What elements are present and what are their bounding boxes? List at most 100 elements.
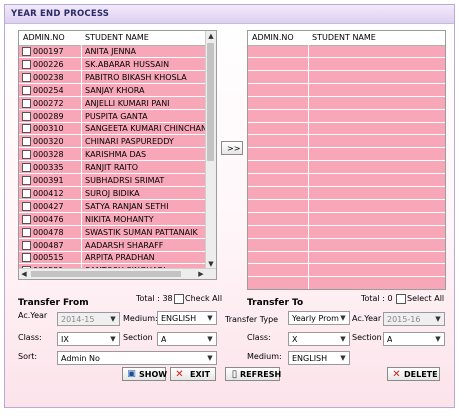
chevron-down-icon[interactable]: ▼ [205, 334, 215, 344]
chevron-down-icon[interactable]: ▼ [338, 334, 348, 344]
empty-table-row [248, 200, 445, 213]
row-checkbox[interactable] [22, 124, 31, 134]
grid-header: ADMIN.NO STUDENT NAME [248, 31, 445, 46]
row-checkbox[interactable] [22, 201, 31, 211]
table-row[interactable]: 000476 NIKITA MOHANTY [19, 213, 207, 226]
section-label: Section [352, 333, 382, 342]
admin-no-cell: 000238 [33, 72, 64, 82]
chevron-down-icon[interactable]: ▼ [205, 353, 215, 363]
refresh-button[interactable]: ▯ REFRESH [225, 367, 281, 381]
horizontal-scrollbar[interactable]: ◀ ▶ [19, 268, 216, 279]
to-ac-year-select[interactable]: 2015-16 ▼ [383, 312, 445, 326]
admin-no-cell: 000427 [33, 201, 64, 211]
student-name-cell: SWASTIK SUMAN PATTANAIK [85, 227, 198, 237]
admin-no-cell: 000412 [33, 188, 64, 198]
row-checkbox[interactable] [22, 47, 31, 56]
from-ac-year-select[interactable]: 2014-15 ▼ [57, 312, 120, 326]
select-all-checkbox[interactable] [396, 294, 406, 304]
row-checkbox[interactable] [22, 240, 31, 250]
grid-header: ADMIN.NO STUDENT NAME [19, 31, 216, 46]
sort-label: Sort: [18, 352, 38, 361]
check-all-label: Check All [185, 294, 223, 303]
vertical-scrollbar[interactable]: ▲ ▼ [205, 31, 216, 269]
transfer-to-title: Transfer To [247, 298, 304, 308]
scroll-thumb[interactable] [207, 43, 214, 161]
empty-table-row [248, 174, 445, 187]
scroll-thumb-horizontal[interactable] [31, 271, 181, 277]
student-name-cell: SANJAY KHORA [85, 85, 145, 95]
row-checkbox[interactable] [22, 176, 31, 185]
table-row[interactable]: 000310 SANGEETA KUMARI CHINCHANI [19, 122, 209, 136]
close-x-icon: ✕ [175, 369, 184, 380]
to-class-select[interactable]: X ▼ [288, 332, 350, 346]
admin-no-cell: 000254 [33, 85, 64, 95]
row-checkbox[interactable] [22, 85, 31, 95]
to-section-select[interactable]: A ▼ [383, 332, 445, 346]
admin-no-cell: 000478 [33, 227, 64, 237]
admin-no-cell: 000289 [33, 111, 64, 121]
transfer-type-select[interactable]: Yearly Prom ▼ [288, 311, 350, 325]
scroll-left-icon[interactable]: ◀ [19, 269, 29, 279]
student-name-cell: SUROJ BIDIKA [85, 188, 140, 198]
table-row[interactable]: 000335 RANJIT RAITO [19, 161, 207, 175]
title-bar: YEAR END PROCESS [5, 5, 454, 24]
table-row[interactable]: 000320 CHINARI PASPUREDDY [19, 135, 207, 149]
table-row[interactable]: 000272 ANJELLI KUMARI PANI [19, 97, 207, 110]
student-name-cell: SATYA RANJAN SETHI [85, 201, 169, 211]
document-icon: ▯ [231, 369, 238, 380]
destination-student-grid[interactable]: ADMIN.NO STUDENT NAME [247, 30, 446, 290]
scroll-right-icon[interactable]: ▶ [196, 269, 206, 279]
from-class-select[interactable]: IX ▼ [57, 332, 120, 346]
chevron-down-icon[interactable]: ▼ [108, 314, 118, 324]
table-row[interactable]: 000226 SK.ABARAR HUSSAIN [19, 58, 207, 71]
transfer-button[interactable]: >> [221, 141, 243, 155]
to-medium-select[interactable]: ENGLISH ▼ [288, 351, 350, 365]
check-all-checkbox[interactable] [174, 294, 184, 304]
display-icon: ▣ [127, 369, 136, 379]
table-row[interactable]: 000254 SANJAY KHORA [19, 84, 207, 97]
row-checkbox[interactable] [22, 163, 31, 173]
empty-table-row [248, 97, 445, 110]
chevron-down-icon[interactable]: ▼ [205, 313, 215, 323]
table-row[interactable]: 000289 PUSPITA GANTA [19, 110, 207, 123]
chevron-down-icon[interactable]: ▼ [108, 334, 118, 344]
table-row[interactable]: 000391 SUBHADRSI SRIMAT [19, 174, 207, 187]
row-checkbox[interactable] [22, 214, 31, 224]
delete-button[interactable]: ✕ DELETE [387, 367, 440, 381]
table-row[interactable]: 000427 SATYA RANJAN SETHI [19, 200, 207, 213]
empty-table-row [248, 148, 445, 162]
admin-no-cell: 000272 [33, 98, 64, 108]
student-name-cell: NIKITA MOHANTY [85, 214, 154, 224]
row-checkbox[interactable] [22, 72, 31, 82]
admin-no-cell: 000487 [33, 240, 64, 250]
table-row[interactable]: 000412 SUROJ BIDIKA [19, 187, 207, 200]
row-checkbox[interactable] [22, 111, 31, 121]
scroll-up-icon[interactable]: ▲ [206, 31, 216, 41]
chevron-down-icon[interactable]: ▼ [433, 314, 443, 324]
column-header-admin-no: ADMIN.NO [23, 33, 65, 42]
from-medium-select[interactable]: ENGLISH ▼ [157, 311, 217, 325]
table-row[interactable]: 000238 PABITRO BIKASH KHOSLA [19, 71, 207, 84]
sort-select[interactable]: Admin No ▼ [57, 351, 217, 365]
show-button[interactable]: ▣ SHOW [122, 367, 167, 381]
row-checkbox[interactable] [22, 188, 31, 198]
row-checkbox[interactable] [22, 150, 31, 160]
table-row[interactable]: 000515 ARPITA PRADHAN [19, 251, 207, 265]
exit-button[interactable]: ✕ EXIT [170, 367, 216, 381]
chevron-down-icon[interactable]: ▼ [433, 334, 443, 344]
chevron-down-icon[interactable]: ▼ [338, 353, 348, 363]
row-checkbox[interactable] [22, 98, 31, 108]
student-name-cell: SK.ABARAR HUSSAIN [85, 59, 170, 69]
row-checkbox[interactable] [22, 227, 31, 237]
row-checkbox[interactable] [22, 59, 31, 69]
source-student-grid[interactable]: ADMIN.NO STUDENT NAME 000197 ANITA JENNA 0… [18, 30, 217, 280]
row-checkbox[interactable] [22, 253, 31, 263]
table-row[interactable]: 000328 KARISHMA DAS [19, 148, 207, 162]
row-checkbox[interactable] [22, 137, 31, 147]
chevron-down-icon[interactable]: ▼ [338, 313, 348, 323]
table-row[interactable]: 000197 ANITA JENNA [19, 45, 207, 58]
empty-table-row [248, 226, 445, 239]
table-row[interactable]: 000478 SWASTIK SUMAN PATTANAIK [19, 226, 207, 239]
from-section-select[interactable]: A ▼ [157, 332, 217, 346]
table-row[interactable]: 000487 AADARSH SHARAFF [19, 239, 207, 252]
